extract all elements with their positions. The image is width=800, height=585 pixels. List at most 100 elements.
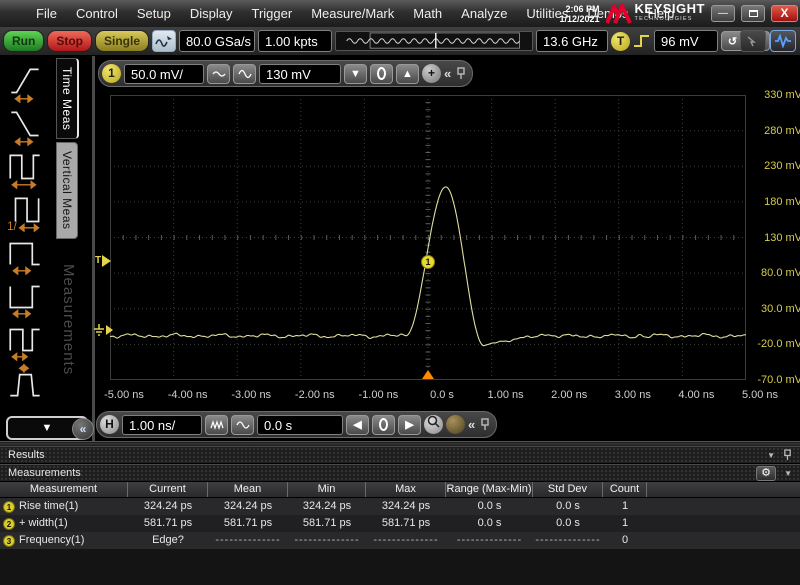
sidebar-tab-time-meas[interactable]: Time Meas: [56, 58, 79, 139]
vertical-scale-field[interactable]: 50.0 mV/: [124, 64, 204, 84]
menu-item-display[interactable]: Display: [190, 6, 233, 21]
measurement-value-cell: 1: [603, 515, 647, 532]
column-header[interactable]: Std Dev: [533, 482, 603, 497]
trigger-time-marker[interactable]: [422, 370, 434, 379]
trigger-badge[interactable]: T: [611, 32, 630, 51]
horizontal-control-bar: H 1.00 ns/ 0.0 s ◀ ▶ «: [96, 411, 497, 438]
memory-depth-field[interactable]: 1.00 kpts: [258, 30, 332, 52]
y-axis-label: 230 mV: [750, 160, 800, 172]
vertical-scale-decrease-icon[interactable]: [207, 64, 230, 84]
waveform-display-icon[interactable]: [770, 30, 796, 52]
sidebar-splitter[interactable]: [92, 56, 95, 441]
position-zero-button[interactable]: [372, 415, 395, 435]
menu-item-math[interactable]: Math: [413, 6, 442, 21]
offset-zero-button[interactable]: [370, 64, 393, 84]
sidebar-tab-vertical-meas[interactable]: Vertical Meas: [56, 142, 78, 239]
measurements-caret-icon[interactable]: ▼: [784, 465, 792, 482]
bandwidth-field[interactable]: 13.6 GHz: [536, 30, 608, 52]
measurement-name-cell: 3Frequency(1): [0, 532, 128, 549]
keysight-logo: KEYSIGHT TECHNOLOGIES: [606, 4, 705, 24]
trigger-level-field[interactable]: 96 mV: [654, 30, 718, 52]
column-header[interactable]: Range (Max-Min): [446, 482, 533, 497]
measurement-value-cell: [647, 498, 800, 515]
acquisition-buffer-strip[interactable]: [335, 31, 533, 51]
channelbar-collapse-button[interactable]: «: [444, 66, 451, 81]
column-header[interactable]: Max: [366, 482, 446, 497]
waveform-display[interactable]: [110, 95, 746, 380]
position-right-button[interactable]: ▶: [398, 415, 421, 435]
results-panel: Results ▼ Measurements ⚙ ▼ MeasurementCu…: [0, 446, 800, 585]
waveform-pointer-icon[interactable]: [152, 30, 176, 52]
offset-down-button[interactable]: ▼: [344, 64, 367, 84]
column-header[interactable]: Mean: [208, 482, 288, 497]
frequency-icon[interactable]: 1/: [4, 189, 48, 232]
single-button[interactable]: Single: [95, 30, 149, 52]
measurement-edge-marker[interactable]: 1: [421, 255, 435, 269]
hbar-collapse-button[interactable]: «: [468, 417, 475, 432]
table-row[interactable]: 3Frequency(1)Edge?----------------------…: [0, 532, 800, 549]
measurement-value-cell: 324.24 ps: [366, 498, 446, 515]
x-axis-label: 3.00 ns: [615, 389, 651, 401]
measurements-sidebar: 1/ Time MeasVertical Meas Measurements ▼: [0, 56, 96, 441]
run-button[interactable]: Run: [3, 30, 44, 52]
sidebar-collapse-button[interactable]: «: [72, 418, 94, 440]
offset-up-button[interactable]: ▲: [396, 64, 419, 84]
measurement-value-cell: 581.71 ps: [208, 515, 288, 532]
vertical-scale-increase-icon[interactable]: [233, 64, 256, 84]
fall-time-icon[interactable]: [4, 103, 48, 146]
period-icon[interactable]: [4, 146, 48, 189]
close-button[interactable]: X: [771, 5, 798, 22]
trigger-level-marker[interactable]: T: [95, 255, 111, 267]
rise-time-icon[interactable]: [4, 60, 48, 103]
measurements-section-header[interactable]: Measurements ⚙ ▼: [0, 464, 800, 482]
menu-item-measure-mark[interactable]: Measure/Mark: [311, 6, 394, 21]
measurement-value-cell: 0.0 s: [446, 515, 533, 532]
minus-width-icon[interactable]: [4, 275, 48, 318]
burst-width-icon[interactable]: [4, 361, 48, 404]
results-caret-icon[interactable]: ▼: [767, 447, 775, 464]
position-left-button[interactable]: ◀: [346, 415, 369, 435]
channel1-badge[interactable]: 1: [102, 64, 121, 83]
horizontal-compress-icon[interactable]: [205, 415, 228, 435]
column-header[interactable]: Count: [603, 482, 647, 497]
menu-item-trigger[interactable]: Trigger: [251, 6, 292, 21]
measurements-settings-button[interactable]: ⚙: [756, 466, 776, 481]
pin-icon[interactable]: [480, 418, 490, 431]
horizontal-badge[interactable]: H: [100, 415, 119, 434]
channel1-control-bar: 1 50.0 mV/ 130 mV ▼ ▲ + «: [98, 60, 473, 87]
plus-width-icon[interactable]: [4, 232, 48, 275]
measurement-value-cell: --------------: [533, 532, 603, 549]
vertical-offset-field[interactable]: 130 mV: [259, 64, 341, 84]
measurement-value-cell: 0.0 s: [533, 498, 603, 515]
zoom-mode-button[interactable]: [424, 415, 443, 434]
minimize-button[interactable]: —: [711, 5, 735, 22]
horizontal-position-field[interactable]: 0.0 s: [257, 415, 343, 435]
cursor-tool-icon[interactable]: [740, 30, 766, 52]
duty-cycle-icon[interactable]: [4, 318, 48, 361]
menu-item-control[interactable]: Control: [76, 6, 118, 21]
x-axis-label: 0.0 s: [430, 389, 454, 401]
channel1-ground-marker[interactable]: [94, 324, 113, 336]
measurement-icon-list: 1/: [4, 60, 54, 404]
menu-item-file[interactable]: File: [36, 6, 57, 21]
maximize-button[interactable]: [741, 5, 765, 22]
measurement-value-cell: --------------: [446, 532, 533, 549]
pin-icon[interactable]: [783, 449, 792, 461]
stop-button[interactable]: Stop: [47, 30, 92, 52]
sample-rate-field[interactable]: 80.0 GSa/s: [179, 30, 255, 52]
menu-item-analyze[interactable]: Analyze: [461, 6, 507, 21]
table-row[interactable]: 2+ width(1)581.71 ps581.71 ps581.71 ps58…: [0, 515, 800, 532]
pin-icon[interactable]: [456, 67, 466, 80]
column-header[interactable]: Measurement: [0, 482, 128, 497]
menu-item-setup[interactable]: Setup: [137, 6, 171, 21]
measurement-number-badge: 3: [3, 535, 15, 547]
sphere-tool-icon[interactable]: [446, 415, 465, 434]
results-header[interactable]: Results ▼: [0, 446, 800, 464]
column-header[interactable]: Current: [128, 482, 208, 497]
horizontal-scale-field[interactable]: 1.00 ns/: [122, 415, 202, 435]
horizontal-expand-icon[interactable]: [231, 415, 254, 435]
column-header[interactable]: [647, 482, 800, 497]
add-channel-button[interactable]: +: [422, 64, 441, 83]
column-header[interactable]: Min: [288, 482, 366, 497]
table-row[interactable]: 1Rise time(1)324.24 ps324.24 ps324.24 ps…: [0, 498, 800, 515]
